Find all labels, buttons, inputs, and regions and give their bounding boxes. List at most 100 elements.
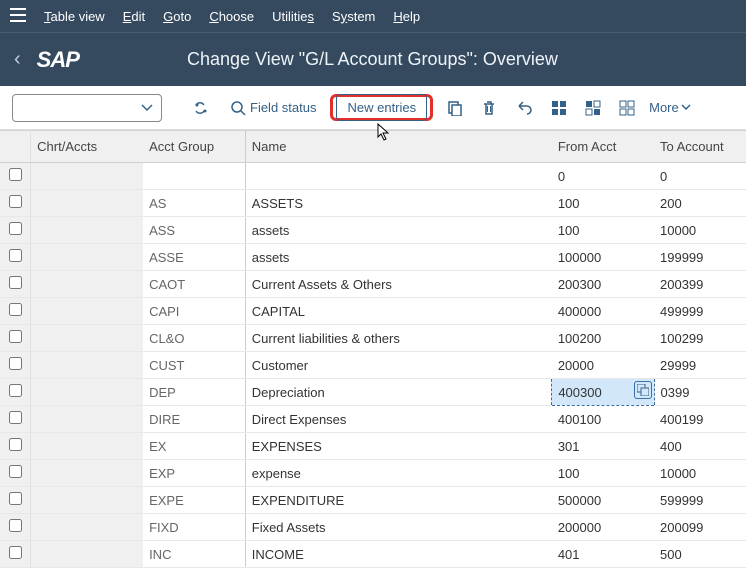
cell-from[interactable]: 301: [552, 433, 654, 460]
cell-name[interactable]: CAPITAL: [245, 298, 552, 325]
cell-from[interactable]: 500000: [552, 487, 654, 514]
cell-name[interactable]: Current Assets & Others: [245, 271, 552, 298]
table-row[interactable]: ASSassets10010000: [0, 217, 746, 244]
delete-button[interactable]: [477, 96, 501, 120]
select-all-button[interactable]: [547, 96, 571, 120]
table-row[interactable]: ASASSETS100200: [0, 190, 746, 217]
row-checkbox[interactable]: [9, 303, 22, 316]
back-button[interactable]: ‹: [14, 48, 21, 71]
field-status-button[interactable]: Field status: [226, 96, 320, 120]
cell-to[interactable]: 29999: [654, 352, 746, 379]
table-row[interactable]: 00: [0, 163, 746, 190]
row-checkbox[interactable]: [9, 276, 22, 289]
cell-grp[interactable]: DEP: [143, 379, 245, 406]
deselect-all-button[interactable]: [615, 96, 639, 120]
row-checkbox[interactable]: [9, 384, 22, 397]
cell-chrt[interactable]: [31, 406, 143, 433]
cell-chrt[interactable]: [31, 190, 143, 217]
cell-grp[interactable]: [143, 163, 245, 190]
cell-chrt[interactable]: [31, 298, 143, 325]
cell-from[interactable]: 401: [552, 541, 654, 568]
cell-name[interactable]: INCOME: [245, 541, 552, 568]
cell-grp[interactable]: INC: [143, 541, 245, 568]
cell-from[interactable]: 100: [552, 217, 654, 244]
cell-to[interactable]: 0399: [654, 379, 746, 406]
row-checkbox[interactable]: [9, 357, 22, 370]
more-button[interactable]: More: [649, 100, 691, 115]
cell-chrt[interactable]: [31, 514, 143, 541]
cell-name[interactable]: Current liabilities & others: [245, 325, 552, 352]
cell-to[interactable]: 200399: [654, 271, 746, 298]
table-row[interactable]: DEPDepreciation4003000399: [0, 379, 746, 406]
cell-name[interactable]: Customer: [245, 352, 552, 379]
cell-from[interactable]: 100200: [552, 325, 654, 352]
row-checkbox[interactable]: [9, 546, 22, 559]
cell-grp[interactable]: DIRE: [143, 406, 245, 433]
cell-from[interactable]: 400000: [552, 298, 654, 325]
cell-grp[interactable]: EXP: [143, 460, 245, 487]
row-checkbox[interactable]: [9, 438, 22, 451]
new-entries-button[interactable]: New entries: [336, 94, 427, 121]
change-button[interactable]: [190, 95, 216, 121]
cell-name[interactable]: EXPENDITURE: [245, 487, 552, 514]
select-block-button[interactable]: [581, 96, 605, 120]
menu-goto[interactable]: Goto: [163, 9, 191, 24]
cell-grp[interactable]: EX: [143, 433, 245, 460]
cell-name[interactable]: Direct Expenses: [245, 406, 552, 433]
cell-grp[interactable]: CUST: [143, 352, 245, 379]
table-row[interactable]: CL&OCurrent liabilities & others10020010…: [0, 325, 746, 352]
row-checkbox[interactable]: [9, 222, 22, 235]
cell-chrt[interactable]: [31, 271, 143, 298]
variant-dropdown[interactable]: [12, 94, 162, 122]
row-checkbox[interactable]: [9, 195, 22, 208]
cell-chrt[interactable]: [31, 163, 143, 190]
cell-grp[interactable]: ASS: [143, 217, 245, 244]
copy-button[interactable]: [443, 96, 467, 120]
cell-name[interactable]: Fixed Assets: [245, 514, 552, 541]
cell-from[interactable]: 200000: [552, 514, 654, 541]
cell-to[interactable]: 100299: [654, 325, 746, 352]
cell-from[interactable]: 100000: [552, 244, 654, 271]
col-name[interactable]: Name: [245, 131, 552, 163]
table-row[interactable]: EXPexpense10010000: [0, 460, 746, 487]
table-row[interactable]: DIREDirect Expenses400100400199: [0, 406, 746, 433]
row-checkbox[interactable]: [9, 249, 22, 262]
cell-chrt[interactable]: [31, 352, 143, 379]
hamburger-icon[interactable]: [10, 8, 26, 25]
cell-to[interactable]: 499999: [654, 298, 746, 325]
cell-name[interactable]: Depreciation: [245, 379, 552, 406]
row-checkbox[interactable]: [9, 519, 22, 532]
cell-grp[interactable]: CL&O: [143, 325, 245, 352]
cell-grp[interactable]: CAPI: [143, 298, 245, 325]
cell-from[interactable]: 200300: [552, 271, 654, 298]
table-row[interactable]: CAOTCurrent Assets & Others200300200399: [0, 271, 746, 298]
cell-from[interactable]: 400100: [552, 406, 654, 433]
menu-choose[interactable]: Choose: [209, 9, 254, 24]
cell-to[interactable]: 0: [654, 163, 746, 190]
row-checkbox[interactable]: [9, 330, 22, 343]
cell-chrt[interactable]: [31, 487, 143, 514]
table-row[interactable]: EXEXPENSES301400: [0, 433, 746, 460]
cell-chrt[interactable]: [31, 379, 143, 406]
row-checkbox[interactable]: [9, 465, 22, 478]
cell-chrt[interactable]: [31, 541, 143, 568]
cell-grp[interactable]: CAOT: [143, 271, 245, 298]
cell-to[interactable]: 400199: [654, 406, 746, 433]
cell-from[interactable]: 100: [552, 190, 654, 217]
cell-chrt[interactable]: [31, 244, 143, 271]
cell-to[interactable]: 599999: [654, 487, 746, 514]
col-grp[interactable]: Acct Group: [143, 131, 245, 163]
row-checkbox[interactable]: [9, 492, 22, 505]
menu-utilities[interactable]: Utilities: [272, 9, 314, 24]
cell-to[interactable]: 500: [654, 541, 746, 568]
cell-name[interactable]: assets: [245, 217, 552, 244]
cell-to[interactable]: 200: [654, 190, 746, 217]
cell-name[interactable]: [245, 163, 552, 190]
cell-grp[interactable]: EXPE: [143, 487, 245, 514]
menu-help[interactable]: Help: [393, 9, 420, 24]
undo-button[interactable]: [511, 96, 537, 120]
table-row[interactable]: INCINCOME401500: [0, 541, 746, 568]
row-checkbox[interactable]: [9, 411, 22, 424]
cell-grp[interactable]: AS: [143, 190, 245, 217]
table-row[interactable]: FIXDFixed Assets200000200099: [0, 514, 746, 541]
